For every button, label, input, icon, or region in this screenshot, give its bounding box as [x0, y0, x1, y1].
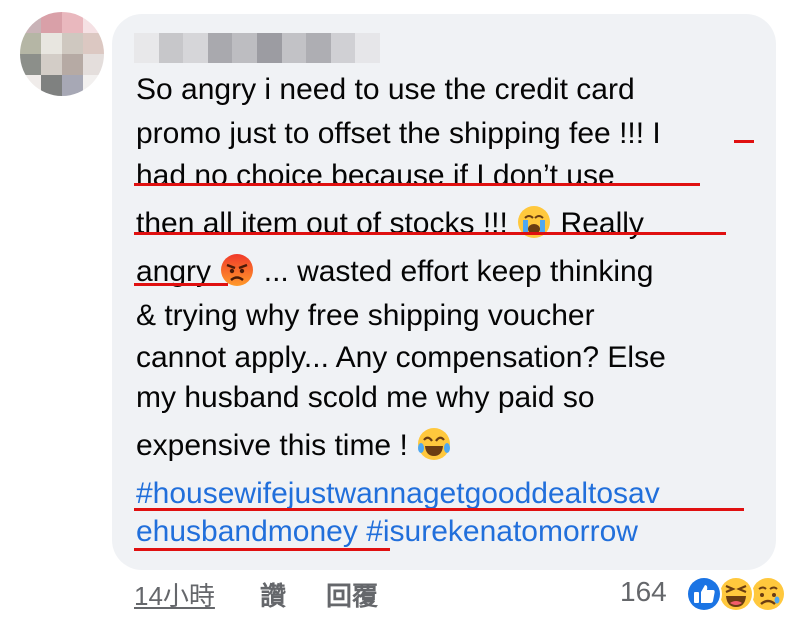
comment-line-1: So angry i need to use the credit card	[136, 73, 635, 106]
avatar[interactable]	[20, 12, 104, 96]
hashtag-isurekenatomorrow[interactable]: #isurekenatomorrow	[366, 515, 638, 548]
comment-line-8: my husband scold me why paid so	[136, 381, 595, 414]
reaction-count[interactable]: 164	[620, 576, 667, 608]
annotation-underline	[134, 232, 726, 235]
reactions-summary[interactable]	[684, 574, 794, 614]
comment-line-5-rest: ... wasted effort keep thinking	[263, 255, 654, 288]
comment-line-5: angry ... wasted effort keep thinking	[136, 252, 653, 296]
commenter-name-blurred[interactable]	[134, 33, 380, 63]
comment-footer: 14小時 讚 回覆 164	[132, 574, 792, 614]
comment-line-7: cannot apply... Any compensation? Else	[136, 341, 666, 374]
comment-line-4-text: then all item out of stocks !!!	[136, 207, 508, 240]
comment-line-3: had no choice because if I don’t use	[136, 159, 615, 192]
timestamp-link[interactable]: 14小時	[134, 576, 215, 613]
like-button[interactable]: 讚	[260, 576, 286, 613]
comment-line-4-end: Really	[560, 207, 644, 240]
laughing-tears-emoji	[418, 428, 451, 460]
comment-line-9: expensive this time !	[136, 426, 452, 470]
reply-button[interactable]: 回覆	[326, 576, 378, 613]
annotation-underline	[134, 508, 744, 511]
like-reaction-icon	[686, 576, 722, 612]
comment-line-2: promo just to offset the shipping fee !!…	[136, 117, 661, 150]
comment-line-9-text: expensive this time !	[136, 429, 408, 462]
annotation-underline	[134, 183, 700, 186]
hashtag-housewife[interactable]: #housewifejustwannagetgooddealtosav	[136, 477, 660, 510]
annotation-underline	[734, 140, 754, 143]
comment-line-4: then all item out of stocks !!! Really	[136, 204, 644, 248]
annotation-underline	[134, 548, 390, 551]
annotation-underline	[134, 283, 228, 286]
comment-line-6: & trying why free shipping voucher	[136, 299, 595, 332]
hashtag-housewife-continued[interactable]: ehusbandmoney	[136, 515, 358, 548]
